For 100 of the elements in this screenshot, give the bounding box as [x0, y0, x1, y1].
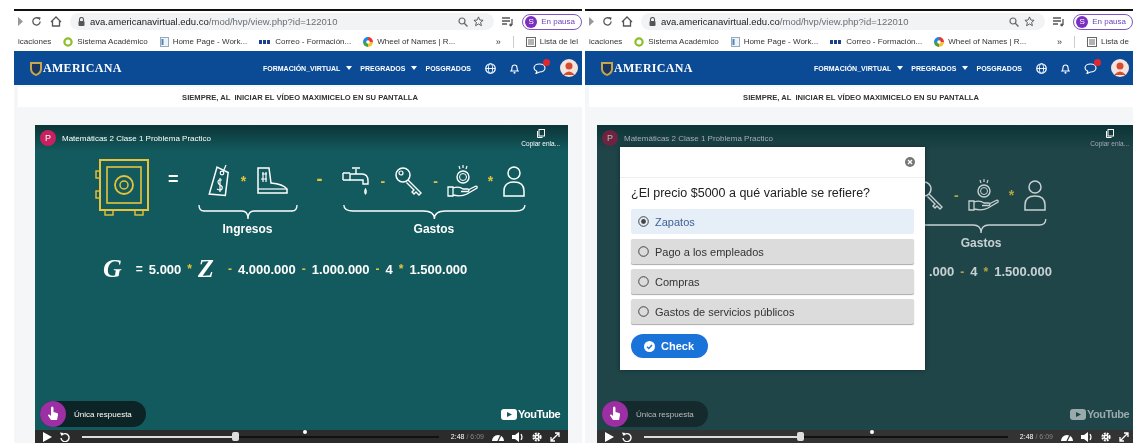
progress-handle[interactable]	[797, 431, 805, 441]
radio-icon[interactable]	[638, 246, 649, 257]
operator-sign: *	[398, 262, 404, 276]
globe-icon[interactable]	[1036, 62, 1047, 74]
bookmark[interactable]: icaciones	[589, 37, 623, 46]
copy-icon	[1105, 129, 1114, 138]
color-wheel-icon	[934, 36, 945, 47]
bell-icon[interactable]	[1061, 62, 1070, 74]
playlist-icon[interactable]	[1053, 16, 1066, 27]
star-icon[interactable]	[1024, 16, 1036, 27]
reload-icon[interactable]	[602, 16, 613, 27]
answer-option[interactable]: Zapatos	[631, 209, 914, 234]
interaction-marker[interactable]	[869, 429, 874, 434]
person-icon	[1023, 179, 1048, 211]
bookmark[interactable]: Correo - Formación...	[830, 37, 923, 46]
speedometer-icon[interactable]	[492, 432, 504, 441]
radio-icon[interactable]	[638, 276, 649, 287]
answer-option[interactable]: Compras	[631, 269, 914, 294]
more-bookmarks-button[interactable]: »	[495, 36, 501, 47]
lock-icon	[649, 17, 656, 26]
check-circle-icon	[644, 340, 655, 352]
lock-icon	[78, 17, 85, 26]
ring-logo-icon	[634, 36, 645, 47]
play-icon[interactable]	[43, 431, 52, 442]
bookmark[interactable]: Home Page - Work...	[159, 36, 248, 47]
avatar-icon[interactable]	[560, 59, 578, 77]
operator-sign: -	[379, 173, 387, 189]
fullscreen-icon[interactable]	[1119, 431, 1129, 442]
settings-icon[interactable]	[1101, 431, 1111, 442]
playlist-icon[interactable]	[502, 16, 515, 27]
zoom-icon[interactable]	[1009, 16, 1020, 27]
bell-icon[interactable]	[510, 62, 519, 74]
radio-icon[interactable]	[638, 216, 649, 227]
pointing-hand-icon	[602, 401, 628, 427]
interaction-marker[interactable]	[303, 429, 308, 434]
home-icon[interactable]	[50, 16, 62, 27]
variable-letter: G	[103, 254, 122, 284]
number-text: 4	[970, 264, 978, 279]
bookmark[interactable]: Sistema Académico	[634, 36, 719, 47]
zoom-icon[interactable]	[458, 16, 469, 27]
variable-letter: Z	[198, 254, 214, 284]
logo-text[interactable]: AMERICANA	[614, 60, 693, 76]
reading-list-button[interactable]: Lista de lel	[525, 36, 578, 47]
answer-option[interactable]: Pago a los empleados	[631, 239, 914, 264]
chat-icon[interactable]	[1084, 62, 1097, 74]
forward-icon[interactable]	[18, 17, 23, 26]
operator-sign: *	[486, 173, 495, 189]
home-icon[interactable]	[621, 16, 633, 27]
rewind-icon[interactable]	[622, 431, 632, 442]
bookmark[interactable]: icaciones	[18, 37, 52, 46]
bookmark[interactable]: Wheel of Names | R...	[363, 36, 456, 47]
play-logo-icon	[501, 408, 518, 420]
chat-icon[interactable]	[533, 62, 546, 74]
bookmark[interactable]: Home Page - Work...	[730, 36, 819, 47]
address-bar[interactable]: ava.americanavirtual.edu.co/mod/hvp/view.php?id=122010	[641, 13, 1046, 30]
question-type-badge: Única respuesta	[602, 401, 708, 427]
fullscreen-icon[interactable]	[550, 431, 560, 442]
bookmark[interactable]: Sistema Académico	[63, 36, 148, 47]
question-text: ¿El precio $5000 a qué variable se refiere?	[631, 186, 872, 200]
color-wheel-icon	[363, 36, 374, 47]
volume-icon[interactable]	[1081, 431, 1093, 442]
list-icon	[525, 36, 536, 47]
ring-logo-icon	[63, 36, 74, 47]
bookmark[interactable]: Correo - Formación...	[259, 37, 352, 46]
notification-dot	[543, 58, 550, 66]
forward-icon[interactable]	[589, 17, 594, 26]
operator-sign: -	[301, 262, 306, 276]
operator-sign: *	[239, 173, 248, 189]
number-text: 5.000	[148, 261, 182, 277]
check-button[interactable]: Check	[631, 334, 709, 358]
video-title: Matemáticas 2 Clase 1 Problema Practico	[62, 133, 211, 143]
reload-icon[interactable]	[31, 16, 42, 27]
speedometer-icon[interactable]	[1061, 432, 1073, 441]
globe-icon[interactable]	[485, 62, 496, 74]
avatar-icon[interactable]	[1111, 59, 1129, 77]
rewind-icon[interactable]	[60, 431, 70, 442]
operator-sign: =	[167, 169, 180, 190]
faucet-icon	[341, 164, 372, 198]
video-title: Matemáticas 2 Clase 1 Problema Practico	[624, 133, 773, 143]
youtube-logo[interactable]: YouTube	[1070, 408, 1129, 420]
play-icon[interactable]	[605, 431, 614, 442]
close-icon[interactable]	[905, 157, 915, 167]
address-bar[interactable]: ava.americanavirtual.edu.co/mod/hvp/view.php?id=122010	[70, 13, 495, 30]
coin-in-hand-icon	[967, 178, 1000, 212]
star-icon[interactable]	[473, 16, 485, 27]
shield-icon	[601, 60, 613, 76]
operator-sign: -	[432, 173, 439, 189]
volume-icon[interactable]	[512, 431, 524, 442]
radio-icon[interactable]	[638, 306, 649, 317]
channel-avatar: P	[602, 130, 618, 146]
logo-text[interactable]: AMERICANA	[43, 60, 122, 76]
reading-list-button[interactable]: Lista de	[1086, 36, 1129, 47]
progress-handle[interactable]	[232, 431, 240, 441]
answer-option[interactable]: Gastos de servicios públicos	[631, 299, 914, 324]
operator-sign: -	[375, 262, 380, 276]
more-bookmarks-button[interactable]: »	[1056, 36, 1062, 47]
youtube-logo[interactable]: YouTube	[501, 408, 560, 420]
price-tag-icon	[205, 164, 232, 198]
settings-icon[interactable]	[532, 431, 542, 442]
bookmark[interactable]: Wheel of Names | R...	[934, 36, 1027, 47]
